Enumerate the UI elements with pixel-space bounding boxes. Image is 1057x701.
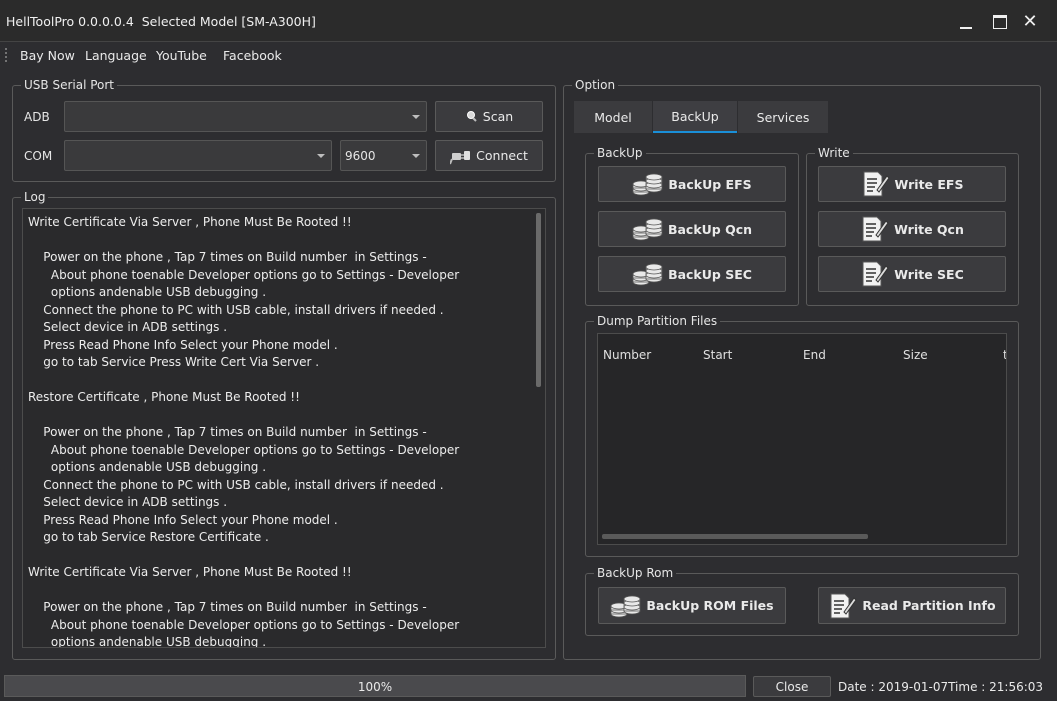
progress-bar: 100% [4, 675, 746, 697]
log-line: Press Read Phone Info Select your Phone … [28, 512, 338, 527]
log-line: Connect the phone to PC with USB cable, … [28, 302, 444, 317]
backup-group-title: BackUp [594, 146, 646, 160]
date-time-display: Date : 2019-01-07Time : 21:56:03 [838, 680, 1044, 694]
coin-stack-icon [632, 214, 664, 244]
usb-group-title: USB Serial Port [21, 78, 118, 92]
read-partition-label: Read Partition Info [862, 598, 996, 613]
log-line: Select device in ADB settings . [28, 495, 228, 509]
write-qcn-button[interactable]: Write Qcn [818, 211, 1006, 247]
column-number[interactable]: Number [603, 348, 651, 362]
backup-qcn-label: BackUp Qcn [667, 221, 753, 237]
plug-icon [450, 147, 472, 165]
connect-button[interactable]: Connect [435, 140, 543, 171]
write-efs-label: Write EFS [894, 176, 964, 192]
adb-select[interactable] [64, 101, 427, 132]
minimize-button[interactable] [955, 12, 977, 32]
adb-label: ADB [24, 110, 50, 124]
backup-sec-button[interactable]: BackUp SEC [598, 256, 786, 292]
backup-sec-label: BackUp SEC [668, 266, 752, 282]
log-line: About phone toenable Developer options g… [28, 267, 460, 282]
chevron-down-icon [412, 115, 420, 119]
connect-label: Connect [476, 148, 528, 163]
chevron-down-icon [317, 154, 325, 158]
log-line: About phone toenable Developer options g… [28, 617, 460, 632]
document-pen-icon [828, 592, 858, 620]
log-line: options andenable USB debugging . [28, 285, 267, 299]
log-line: options andenable USB debugging . [28, 460, 267, 474]
log-line: Connect the phone to PC with USB cable, … [28, 477, 444, 492]
log-line: Write Certificate Via Server , Phone Mus… [28, 215, 352, 229]
dump-group-title: Dump Partition Files [594, 314, 721, 328]
log-line: go to tab Service Restore Certificate . [28, 530, 269, 544]
document-pen-icon [861, 170, 891, 198]
backup-rom-button[interactable]: BackUp ROM Files [598, 587, 786, 624]
log-line: About phone toenable Developer options g… [28, 442, 460, 457]
menu-language[interactable]: Language [85, 48, 147, 63]
window-title: HellToolPro 0.0.0.0.4 Selected Model [SM… [6, 14, 316, 29]
option-group-title: Option [572, 78, 619, 92]
log-line: Press Read Phone Info Select your Phone … [28, 337, 338, 352]
read-partition-button[interactable]: Read Partition Info [818, 587, 1006, 624]
baud-rate-value: 9600 [345, 149, 376, 163]
close-button[interactable]: Close [753, 676, 831, 697]
com-label: COM [24, 149, 53, 163]
column-truncated[interactable]: t [1003, 348, 1006, 362]
log-line: options andenable USB debugging . [28, 635, 267, 648]
progress-text: 100% [357, 680, 393, 694]
scan-label: Scan [482, 109, 514, 124]
baud-rate-select[interactable]: 9600 [340, 140, 427, 171]
log-line: Restore Certificate , Phone Must Be Root… [28, 390, 300, 404]
maximize-button[interactable] [988, 12, 1010, 32]
menu-youtube[interactable]: YouTube [156, 48, 207, 63]
log-group-title: Log [21, 190, 49, 204]
menu-facebook[interactable]: Facebook [223, 48, 282, 63]
column-end[interactable]: End [803, 348, 826, 362]
com-select[interactable] [64, 140, 332, 171]
log-scrollbar[interactable] [536, 213, 541, 387]
table-scrollbar[interactable] [602, 534, 868, 539]
write-efs-button[interactable]: Write EFS [818, 166, 1006, 202]
log-line: Select device in ADB settings . [28, 320, 228, 334]
log-line: Write Certificate Via Server , Phone Mus… [28, 565, 352, 579]
coin-stack-icon [632, 169, 664, 199]
tab-backup[interactable]: BackUp [653, 101, 737, 133]
backup-rom-label: BackUp ROM Files [646, 598, 774, 613]
column-start[interactable]: Start [703, 348, 732, 362]
log-textbox[interactable]: Write Certificate Via Server , Phone Mus… [22, 208, 546, 648]
chevron-down-icon [412, 154, 420, 158]
close-window-button[interactable]: ✕ [1019, 12, 1041, 32]
write-sec-label: Write SEC [894, 266, 964, 282]
scan-button[interactable]: Scan [435, 101, 543, 132]
backup-efs-label: BackUp EFS [668, 176, 752, 192]
menu-bar: Bay Now Language YouTube Facebook [0, 43, 1057, 67]
document-pen-icon [860, 215, 890, 243]
menu-bay-now[interactable]: Bay Now [20, 48, 75, 63]
coin-stack-icon [632, 259, 664, 289]
tab-model[interactable]: Model [574, 101, 652, 133]
coin-stack-icon [610, 591, 642, 621]
rom-group-title: BackUp Rom [594, 566, 677, 580]
magnifier-icon [465, 110, 479, 124]
write-sec-button[interactable]: Write SEC [818, 256, 1006, 292]
tab-services[interactable]: Services [738, 101, 828, 133]
title-bar: HellToolPro 0.0.0.0.4 Selected Model [SM… [0, 0, 1057, 42]
backup-qcn-button[interactable]: BackUp Qcn [598, 211, 786, 247]
log-line: Power on the phone , Tap 7 times on Buil… [28, 425, 427, 439]
write-group-title: Write [815, 146, 853, 160]
log-line: Power on the phone , Tap 7 times on Buil… [28, 600, 427, 614]
column-size[interactable]: Size [903, 348, 928, 362]
backup-efs-button[interactable]: BackUp EFS [598, 166, 786, 202]
partition-table[interactable]: Number Start End Size t [597, 333, 1007, 545]
log-line: Power on the phone , Tap 7 times on Buil… [28, 250, 427, 264]
write-qcn-label: Write Qcn [894, 221, 964, 237]
document-pen-icon [860, 260, 890, 288]
log-line: go to tab Service Press Write Cert Via S… [28, 355, 320, 369]
grip-handle-icon[interactable] [4, 47, 8, 63]
